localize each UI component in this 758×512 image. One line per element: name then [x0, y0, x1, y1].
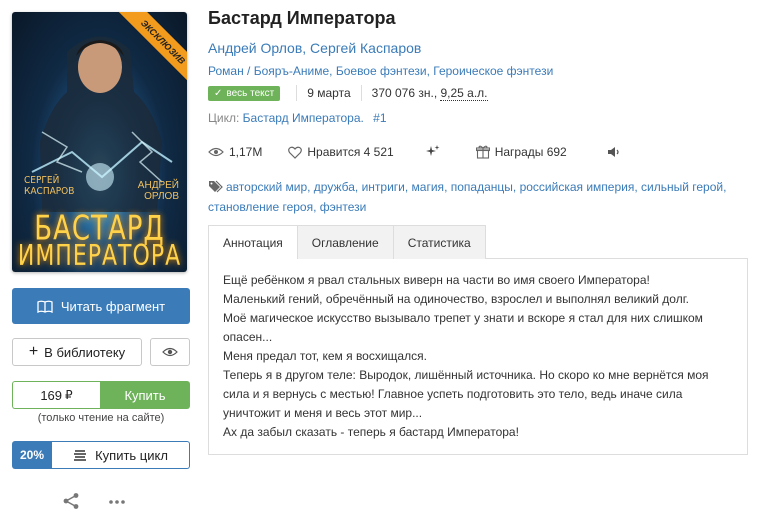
- buy-button[interactable]: Купить: [100, 381, 190, 409]
- more-options-icon[interactable]: [108, 492, 126, 510]
- buy-cycle-button[interactable]: Купить цикл: [52, 441, 190, 469]
- publish-date: 9 марта: [307, 86, 351, 100]
- stats-row: 1,17M Нравится 4 521 Награды 692: [208, 145, 748, 159]
- sparkle-button[interactable]: [425, 145, 440, 159]
- cycle-label: Цикл:: [208, 111, 240, 125]
- cycle-info: Цикл: Бастард Императора. #1: [208, 111, 748, 125]
- full-text-badge: ✓ весь текст: [208, 85, 281, 101]
- annotation-line: Теперь я в другом теле: Выродок, лишённы…: [223, 368, 709, 420]
- views-stat: 1,17M: [208, 145, 262, 159]
- books-stack-icon: [74, 450, 87, 461]
- tags-icon: [209, 180, 223, 193]
- left-column: ЭКСКЛЮЗИВ СЕРГЕЙ КАСПАРОВ АНДРЕЙ ОРЛОВ БАС…: [12, 12, 190, 509]
- listen-button[interactable]: [607, 146, 621, 158]
- annotation-line: Маленький гений, обречённый на одиночест…: [223, 292, 689, 306]
- like-button[interactable]: Нравится 4 521: [288, 145, 394, 159]
- eye-icon: [208, 147, 224, 157]
- gift-icon: [475, 145, 490, 159]
- ruble-icon: ₽: [65, 388, 73, 402]
- follow-button[interactable]: [150, 338, 190, 366]
- annotation-panel: Ещё ребёнком я рвал стальных виверн на ч…: [208, 258, 748, 455]
- tag-link[interactable]: становление героя: [208, 200, 313, 214]
- cycle-link[interactable]: Бастард Императора.: [243, 111, 364, 125]
- cycle-number: #1: [373, 111, 387, 125]
- book-tabs: Аннотация Оглавление Статистика: [208, 225, 748, 259]
- cover-author-left: СЕРГЕЙ КАСПАРОВ: [24, 175, 75, 197]
- awards-count: Награды 692: [494, 145, 567, 159]
- share-icon[interactable]: [62, 492, 80, 510]
- check-icon: ✓: [214, 87, 223, 99]
- tag-link[interactable]: дружба: [314, 180, 355, 194]
- heart-icon: [288, 146, 303, 159]
- tag-link[interactable]: магия: [412, 180, 445, 194]
- book-title: Бастард Императора: [208, 8, 396, 28]
- book-size: 370 076 зн., 9,25 а.л.: [371, 86, 488, 101]
- read-fragment-button[interactable]: Читать фрагмент: [12, 288, 190, 324]
- book-genres[interactable]: Роман / Бояръ-Аниме, Боевое фэнтези, Гер…: [208, 64, 748, 78]
- site-reading-note: (только чтение на сайте): [37, 412, 165, 424]
- cover-title-line2: ИМПЕРАТОРА: [17, 240, 182, 272]
- tag-link[interactable]: авторский мир: [226, 180, 307, 194]
- tab-annotation[interactable]: Аннотация: [208, 225, 298, 259]
- read-fragment-label: Читать фрагмент: [60, 298, 166, 314]
- annotation-line: Ещё ребёнком я рвал стальных виверн на ч…: [223, 273, 650, 287]
- tags-list: авторский мир, дружба, интриги, магия, п…: [208, 180, 727, 214]
- add-to-library-label: В библиотеку: [44, 344, 126, 360]
- price-value: 169 ₽: [12, 381, 100, 409]
- add-to-library-button[interactable]: + В библиотеку: [12, 338, 142, 366]
- price-text: 169: [40, 387, 63, 403]
- cycle-discount-badge: 20%: [12, 441, 52, 469]
- book-authors[interactable]: Андрей Орлов, Сергей Каспаров: [208, 40, 748, 56]
- awards-button[interactable]: Награды 692: [475, 145, 567, 159]
- sparkles-icon: [425, 145, 440, 156]
- speaker-icon: [607, 147, 619, 157]
- buy-cycle-label: Купить цикл: [95, 447, 168, 463]
- tag-link[interactable]: попаданцы: [451, 180, 513, 194]
- book-open-icon: [37, 300, 53, 313]
- tab-statistics[interactable]: Статистика: [393, 225, 486, 259]
- annotation-line: Меня предал тот, кем я восхищался.: [223, 349, 427, 363]
- tag-link[interactable]: сильный герой: [641, 180, 723, 194]
- tag-link[interactable]: фэнтези: [320, 200, 367, 214]
- views-count: 1,17M: [229, 145, 263, 159]
- annotation-line: Моё магическое искусство вызывало трепет…: [223, 311, 703, 344]
- tag-link[interactable]: российская империя: [520, 180, 635, 194]
- book-cover[interactable]: ЭКСКЛЮЗИВ СЕРГЕЙ КАСПАРОВ АНДРЕЙ ОРЛОВ БАС…: [12, 12, 187, 272]
- tab-contents[interactable]: Оглавление: [297, 225, 394, 259]
- eye-icon: [162, 347, 178, 357]
- likes-count: Нравится 4 521: [307, 145, 394, 159]
- cover-author-right: АНДРЕЙ ОРЛОВ: [137, 180, 179, 202]
- book-meta: ✓ весь текст 9 марта 370 076 зн., 9,25 а…: [208, 85, 748, 101]
- full-text-label: весь текст: [226, 87, 275, 99]
- annotation-line: Ах да забыл сказать - теперь я бастард И…: [223, 425, 519, 439]
- book-details: Бастард Императора Андрей Орлов, Сергей …: [208, 8, 748, 455]
- tag-link[interactable]: интриги: [362, 180, 405, 194]
- plus-icon: +: [28, 343, 39, 360]
